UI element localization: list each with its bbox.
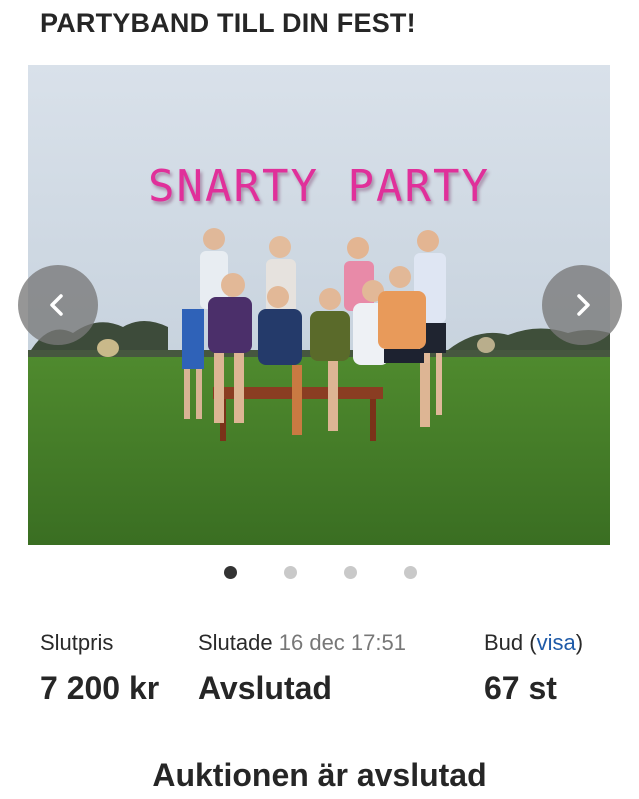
- bids-value: 67 st: [484, 670, 557, 706]
- bids-view-link[interactable]: visa: [537, 630, 576, 655]
- gallery-dot-2[interactable]: [284, 566, 297, 579]
- ended-label: Slutade: [198, 630, 273, 655]
- gallery-prev-button[interactable]: [18, 265, 98, 345]
- auction-status: Auktionen är avslutad: [152, 757, 487, 793]
- gallery-dot-1[interactable]: [224, 566, 237, 579]
- gallery-dot-4[interactable]: [404, 566, 417, 579]
- bids-link-close: ): [575, 630, 584, 655]
- bids-link-open: (: [529, 630, 537, 655]
- ended-value: Avslutad: [198, 670, 332, 706]
- gallery-dot-3[interactable]: [344, 566, 357, 579]
- final-price-label: Slutpris: [40, 630, 114, 655]
- bids-label: Bud: [484, 630, 524, 655]
- ended-info: Slutade 16 dec 17:51: [198, 630, 406, 656]
- gallery-pagination: [0, 566, 639, 580]
- image-caption: SNARTY PARTY: [148, 161, 490, 212]
- final-price-value: 7 200 kr: [40, 670, 160, 706]
- listing-title: PARTYBAND TILL DIN FEST!: [40, 8, 416, 38]
- image-gallery[interactable]: SNARTY PARTY: [28, 65, 610, 545]
- bids-link-wrapper: (visa): [529, 630, 583, 655]
- ended-date: 16 dec 17:51: [278, 630, 406, 655]
- band-photo: [28, 65, 610, 545]
- bids-info: Bud (visa): [484, 630, 583, 656]
- chevron-right-icon: [577, 294, 590, 316]
- chevron-left-icon: [50, 294, 63, 316]
- gallery-next-button[interactable]: [542, 265, 622, 345]
